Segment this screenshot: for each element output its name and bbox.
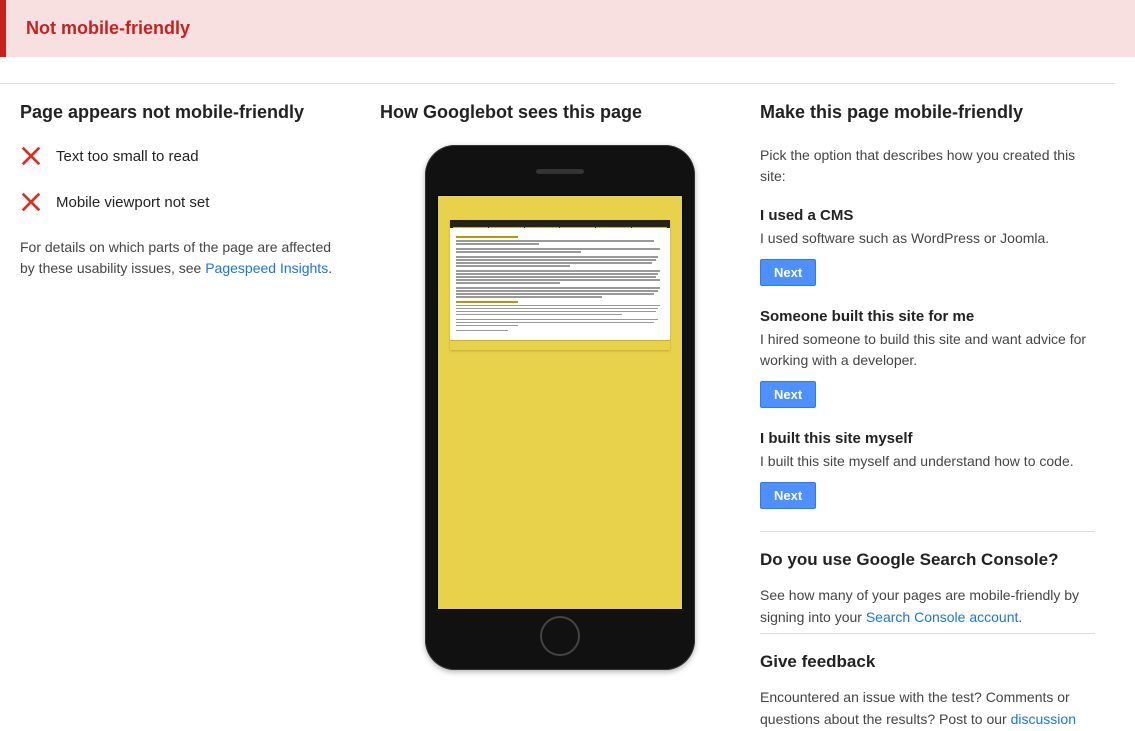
issue-row: Mobile viewport not set <box>20 191 360 213</box>
issues-heading: Page appears not mobile-friendly <box>20 102 360 123</box>
search-console-link[interactable]: Search Console account <box>866 609 1019 625</box>
option-title: I built this site myself <box>760 430 1095 447</box>
option-desc: I hired someone to build this site and w… <box>760 329 1095 371</box>
banner-text: Not mobile-friendly <box>26 18 190 38</box>
next-button[interactable]: Next <box>760 482 816 509</box>
status-banner: Not mobile-friendly <box>0 0 1135 57</box>
mock-navbar <box>450 220 670 228</box>
option-built-myself: I built this site myself I built this si… <box>760 430 1095 509</box>
details-suffix: . <box>328 260 332 276</box>
feedback-text: Encountered an issue with the test? Comm… <box>760 686 1095 731</box>
sc-suffix: . <box>1018 609 1022 625</box>
option-desc: I built this site myself and understand … <box>760 451 1095 472</box>
preview-column: How Googlebot sees this page <box>380 83 760 731</box>
phone-mockup <box>425 145 695 670</box>
option-title: Someone built this site for me <box>760 308 1095 325</box>
actions-intro: Pick the option that describes how you c… <box>760 145 1095 187</box>
option-desc: I used software such as WordPress or Joo… <box>760 228 1095 249</box>
search-console-heading: Do you use Google Search Console? <box>760 550 1095 570</box>
actions-heading: Make this page mobile-friendly <box>760 102 1095 123</box>
feedback-section: Give feedback Encountered an issue with … <box>760 633 1095 731</box>
actions-column: Make this page mobile-friendly Pick the … <box>760 83 1115 731</box>
preview-heading: How Googlebot sees this page <box>380 102 740 123</box>
search-console-text: See how many of your pages are mobile-fr… <box>760 584 1095 629</box>
issue-label: Mobile viewport not set <box>56 194 209 211</box>
mock-body <box>450 228 670 336</box>
x-icon <box>20 145 42 167</box>
phone-screen <box>437 195 683 610</box>
issue-label: Text too small to read <box>56 148 199 165</box>
issues-column: Page appears not mobile-friendly Text to… <box>0 83 380 731</box>
x-icon <box>20 191 42 213</box>
next-button[interactable]: Next <box>760 381 816 408</box>
main-columns: Page appears not mobile-friendly Text to… <box>0 83 1135 731</box>
option-cms: I used a CMS I used software such as Wor… <box>760 207 1095 286</box>
pagespeed-link[interactable]: Pagespeed Insights <box>205 260 328 276</box>
feedback-heading: Give feedback <box>760 652 1095 672</box>
option-someone-built: Someone built this site for me I hired s… <box>760 308 1095 408</box>
option-title: I used a CMS <box>760 207 1095 224</box>
search-console-section: Do you use Google Search Console? See ho… <box>760 531 1095 629</box>
discussion-link[interactable]: discussion <box>1011 711 1076 727</box>
details-text: For details on which parts of the page a… <box>20 237 360 279</box>
rendered-page <box>450 220 670 350</box>
mock-footer <box>450 340 670 350</box>
issue-row: Text too small to read <box>20 145 360 167</box>
next-button[interactable]: Next <box>760 259 816 286</box>
